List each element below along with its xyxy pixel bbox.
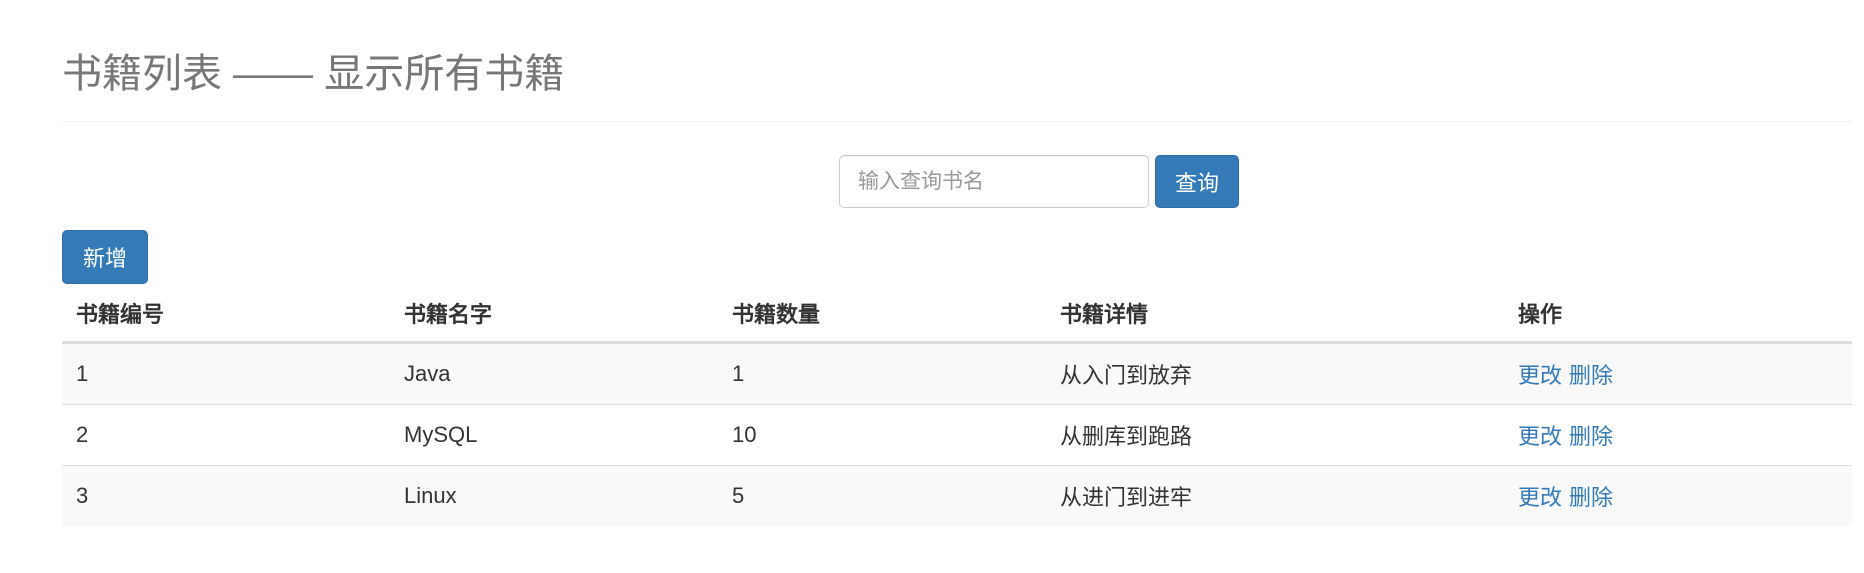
- column-header-detail: 书籍详情: [1046, 286, 1504, 344]
- cell-book-detail: 从入门到放弃: [1046, 342, 1504, 404]
- delete-link[interactable]: 删除: [1569, 485, 1613, 510]
- main-container: 书籍列表 —— 显示所有书籍 查询 新增 书籍编号 书籍名字 书籍数量 书籍详情…: [62, 0, 1852, 526]
- search-form: 查询: [839, 155, 1240, 208]
- cell-book-count: 10: [718, 403, 1046, 465]
- table-row: 3 Linux 5 从进门到进牢 更改 删除: [62, 464, 1852, 526]
- search-button[interactable]: 查询: [1155, 155, 1240, 208]
- cell-book-count: 1: [718, 342, 1046, 404]
- edit-link[interactable]: 更改: [1518, 485, 1562, 510]
- cell-book-name: Linux: [390, 464, 718, 526]
- column-header-id: 书籍编号: [62, 286, 390, 344]
- cell-book-detail: 从进门到进牢: [1046, 464, 1504, 526]
- search-input[interactable]: [839, 155, 1149, 208]
- cell-book-name: MySQL: [390, 403, 718, 465]
- delete-link[interactable]: 删除: [1569, 363, 1613, 388]
- edit-link[interactable]: 更改: [1518, 424, 1562, 449]
- cell-book-count: 5: [718, 464, 1046, 526]
- column-header-name: 书籍名字: [390, 286, 718, 344]
- table-row: 1 Java 1 从入门到放弃 更改 删除: [62, 342, 1852, 404]
- cell-book-detail: 从删库到跑路: [1046, 403, 1504, 465]
- cell-book-id: 2: [62, 403, 390, 465]
- books-table: 书籍编号 书籍名字 书籍数量 书籍详情 操作 1 Java 1 从入门到放弃 更…: [62, 286, 1852, 526]
- table-row: 2 MySQL 10 从删库到跑路 更改 删除: [62, 403, 1852, 465]
- cell-book-name: Java: [390, 342, 718, 404]
- cell-book-id: 1: [62, 342, 390, 404]
- add-book-button[interactable]: 新增: [62, 230, 148, 284]
- cell-actions: 更改 删除: [1504, 342, 1852, 404]
- cell-actions: 更改 删除: [1504, 403, 1852, 465]
- column-header-actions: 操作: [1504, 286, 1852, 344]
- cell-actions: 更改 删除: [1504, 464, 1852, 526]
- page-header: 书籍列表 —— 显示所有书籍: [62, 42, 1852, 122]
- edit-link[interactable]: 更改: [1518, 363, 1562, 388]
- delete-link[interactable]: 删除: [1569, 424, 1613, 449]
- page-title: 书籍列表 —— 显示所有书籍: [62, 52, 565, 96]
- cell-book-id: 3: [62, 464, 390, 526]
- column-header-count: 书籍数量: [718, 286, 1046, 344]
- table-header-row: 书籍编号 书籍名字 书籍数量 书籍详情 操作: [62, 286, 1852, 344]
